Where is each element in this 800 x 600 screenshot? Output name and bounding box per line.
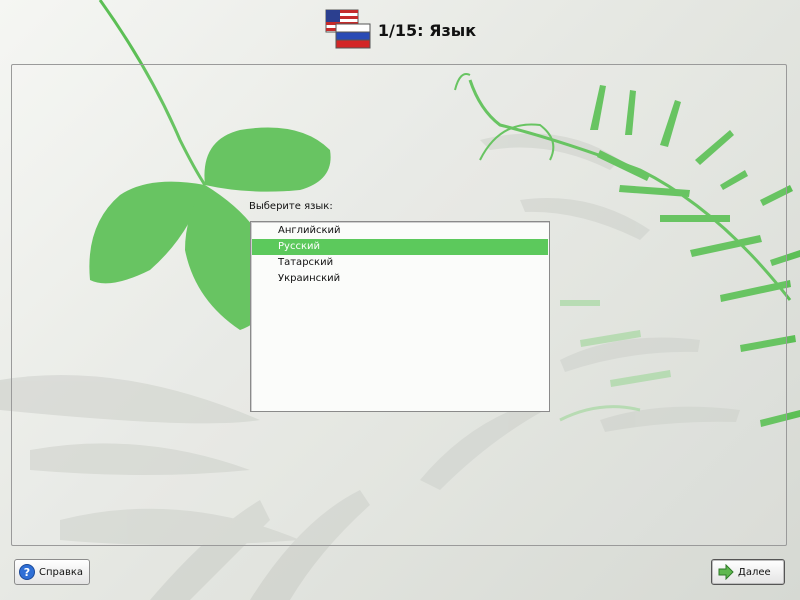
svg-text:?: ? [24, 566, 30, 579]
help-button[interactable]: ? Справка [14, 559, 90, 585]
language-item-english[interactable]: Английский [252, 223, 548, 239]
language-item-russian[interactable]: Русский [252, 239, 548, 255]
help-icon: ? [19, 564, 35, 580]
flags-icon [325, 9, 371, 49]
language-listbox[interactable]: Английский Русский Татарский Украинский [250, 221, 550, 412]
arrow-right-icon [718, 564, 734, 580]
header: 1/15: Язык [0, 0, 800, 60]
next-button[interactable]: Далее [711, 559, 785, 585]
language-prompt-label: Выберите язык: [249, 201, 333, 212]
language-item-tatar[interactable]: Татарский [252, 255, 548, 271]
language-item-ukrainian[interactable]: Украинский [252, 271, 548, 287]
page-title: 1/15: Язык [377, 20, 477, 40]
next-button-label: Далее [738, 566, 771, 578]
help-button-label: Справка [39, 566, 84, 578]
